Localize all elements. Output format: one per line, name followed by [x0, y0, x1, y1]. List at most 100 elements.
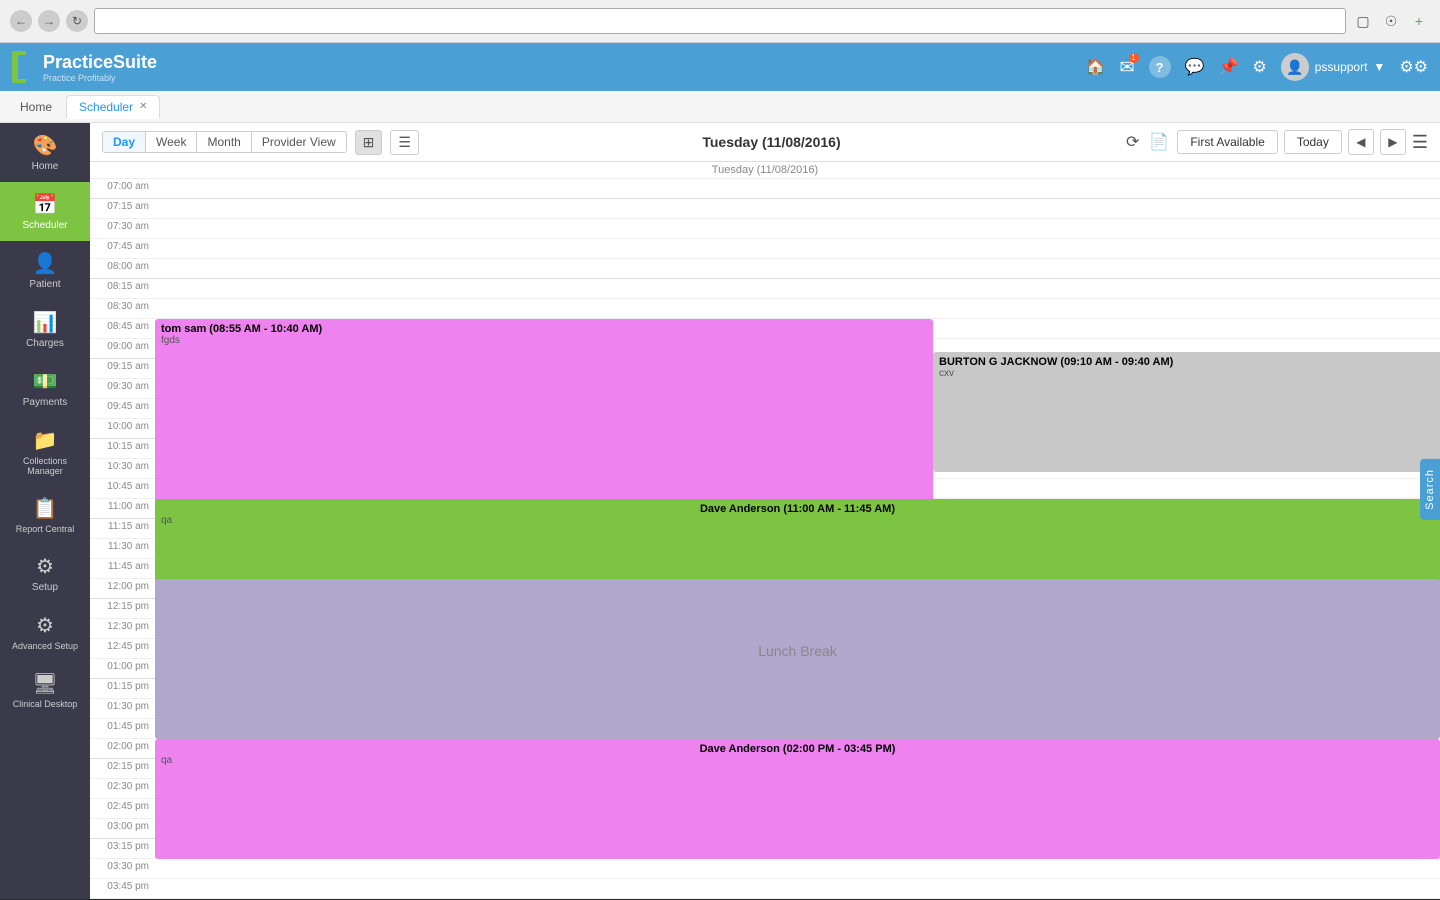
- day-view-button[interactable]: Day: [103, 132, 146, 152]
- sidebar-item-charges[interactable]: 📊 Charges: [0, 300, 90, 359]
- time-label: 01:00 pm: [90, 659, 155, 678]
- event-area-0745[interactable]: [155, 239, 1440, 258]
- week-view-button[interactable]: Week: [146, 132, 197, 152]
- time-label: 07:15 am: [90, 199, 155, 218]
- event-area-0830[interactable]: [155, 299, 1440, 318]
- sidebar-item-setup-label: Setup: [32, 582, 58, 593]
- appointment-burton[interactable]: BURTON G JACKNOW (09:10 AM - 09:40 AM) c…: [933, 352, 1440, 472]
- refresh-icon[interactable]: ⟳: [1124, 130, 1141, 154]
- month-view-button[interactable]: Month: [197, 132, 251, 152]
- home-icon[interactable]: 🏠: [1086, 57, 1106, 77]
- extensions-button[interactable]: ▢: [1352, 10, 1374, 32]
- time-grid-wrapper[interactable]: 07:00 am 07:15 am 07:30 am 07:45 am: [90, 179, 1440, 899]
- provider-view-button[interactable]: Provider View: [252, 132, 346, 152]
- sidebar-item-payments[interactable]: 💵 Payments: [0, 359, 90, 418]
- time-label: 12:00 pm: [90, 579, 155, 598]
- next-button[interactable]: ▶: [1380, 129, 1406, 155]
- time-label: 10:00 am: [90, 419, 155, 438]
- time-label: 10:15 am: [90, 439, 155, 458]
- sidebar-item-charges-label: Charges: [26, 338, 64, 349]
- shield-button[interactable]: ☉: [1380, 10, 1402, 32]
- event-area-1545[interactable]: [155, 879, 1440, 898]
- sidebar-item-payments-label: Payments: [23, 397, 67, 408]
- time-label: 02:00 pm: [90, 739, 155, 758]
- time-label: 03:45 pm: [90, 879, 155, 898]
- tab-scheduler-label: Scheduler: [79, 100, 133, 114]
- sidebar-item-clinical[interactable]: 🖥 Clinical Desktop: [0, 661, 90, 719]
- time-label: 11:15 am: [90, 519, 155, 538]
- content-area: Day Week Month Provider View ⊞ ☰ Tuesday…: [90, 123, 1440, 899]
- time-label: 12:30 pm: [90, 619, 155, 638]
- sidebar-item-home[interactable]: 🎨 Home: [0, 123, 90, 182]
- time-label: 09:30 am: [90, 379, 155, 398]
- add-button[interactable]: +: [1408, 10, 1430, 32]
- time-label: 07:00 am: [90, 179, 155, 198]
- close-icon[interactable]: ✕: [139, 101, 147, 112]
- event-area-1530[interactable]: [155, 859, 1440, 878]
- appointment-dave-anderson-2[interactable]: Dave Anderson (02:00 PM - 03:45 PM) qa: [155, 739, 1440, 859]
- time-row: 07:00 am: [90, 179, 1440, 199]
- sidebar-item-scheduler[interactable]: 📅 Scheduler: [0, 182, 90, 241]
- time-label: 03:15 pm: [90, 839, 155, 858]
- help-icon[interactable]: ?: [1149, 56, 1171, 78]
- view-btn-group: Day Week Month Provider View: [102, 131, 347, 153]
- time-label: 11:45 am: [90, 559, 155, 578]
- appt-title: tom sam (08:55 AM - 10:40 AM): [161, 323, 927, 335]
- main-layout: 🎨 Home 📅 Scheduler 👤 Patient 📊 Charges 💵…: [0, 123, 1440, 899]
- sidebar-item-collections-label: Collections Manager: [4, 456, 86, 476]
- forward-button[interactable]: →: [38, 10, 60, 32]
- time-row: 07:15 am: [90, 199, 1440, 219]
- prev-button[interactable]: ◀: [1348, 129, 1374, 155]
- search-tab[interactable]: Search: [1420, 459, 1440, 520]
- logo-area: PracticeSuite Practice Profitably: [12, 51, 157, 83]
- time-label: 03:00 pm: [90, 819, 155, 838]
- app-container: PracticeSuite Practice Profitably 🏠 ✉ 1 …: [0, 43, 1440, 899]
- mail-icon[interactable]: ✉ 1: [1119, 57, 1134, 78]
- event-area-0700[interactable]: [155, 179, 1440, 198]
- appt-sub: qa: [161, 515, 1434, 526]
- today-button[interactable]: Today: [1284, 130, 1342, 154]
- time-row: 03:45 pm: [90, 879, 1440, 899]
- event-area-0730[interactable]: [155, 219, 1440, 238]
- first-available-button[interactable]: First Available: [1177, 130, 1277, 154]
- time-label: 08:45 am: [90, 319, 155, 338]
- sidebar-item-patient-label: Patient: [29, 279, 60, 290]
- user-area[interactable]: 👤 pssupport ▼: [1281, 53, 1386, 81]
- sidebar-item-collections[interactable]: 📁 Collections Manager: [0, 418, 90, 486]
- logo-subtitle: Practice Profitably: [43, 73, 157, 83]
- browser-chrome: ← → ↻ ▢ ☉ +: [0, 0, 1440, 43]
- sidebar-item-advanced[interactable]: ⚙ Advanced Setup: [0, 603, 90, 661]
- sidebar-item-patient[interactable]: 👤 Patient: [0, 241, 90, 300]
- event-area-0800[interactable]: [155, 259, 1440, 278]
- tab-scheduler[interactable]: Scheduler ✕: [66, 95, 160, 119]
- event-area-0715[interactable]: [155, 199, 1440, 218]
- sidebar-item-reports[interactable]: 📋 Report Central: [0, 486, 90, 544]
- sidebar-item-clinical-label: Clinical Desktop: [13, 699, 78, 709]
- sidebar: 🎨 Home 📅 Scheduler 👤 Patient 📊 Charges 💵…: [0, 123, 90, 899]
- grid-view-button[interactable]: ⊞: [355, 130, 383, 155]
- toolbar-right: ⟳ 📄 First Available Today ◀ ▶ ☰: [1124, 129, 1428, 155]
- time-label: 10:30 am: [90, 459, 155, 478]
- pdf-icon[interactable]: 📄: [1147, 130, 1171, 154]
- setup-icon: ⚙: [36, 554, 54, 579]
- time-label: 01:45 pm: [90, 719, 155, 738]
- home-sidebar-icon: 🎨: [33, 133, 58, 158]
- event-area-0815[interactable]: [155, 279, 1440, 298]
- time-row: 03:30 pm: [90, 859, 1440, 879]
- back-button[interactable]: ←: [10, 10, 32, 32]
- config-icon[interactable]: ⚙⚙: [1399, 57, 1428, 77]
- tab-bar: Home Scheduler ✕: [0, 91, 1440, 123]
- menu-button[interactable]: ☰: [1412, 132, 1428, 153]
- time-label: 03:30 pm: [90, 859, 155, 878]
- tab-home[interactable]: Home: [8, 96, 64, 118]
- list-view-button[interactable]: ☰: [390, 130, 419, 155]
- appt-sub: qa: [161, 755, 1434, 766]
- pin-icon[interactable]: 📌: [1218, 57, 1238, 77]
- sidebar-item-setup[interactable]: ⚙ Setup: [0, 544, 90, 603]
- chat-icon[interactable]: 💬: [1185, 57, 1205, 77]
- time-label: 08:30 am: [90, 299, 155, 318]
- appointment-lunch-break[interactable]: Lunch Break: [155, 579, 1440, 739]
- address-bar[interactable]: [94, 8, 1346, 34]
- settings-icon[interactable]: ⚙: [1252, 57, 1266, 77]
- refresh-button[interactable]: ↻: [66, 10, 88, 32]
